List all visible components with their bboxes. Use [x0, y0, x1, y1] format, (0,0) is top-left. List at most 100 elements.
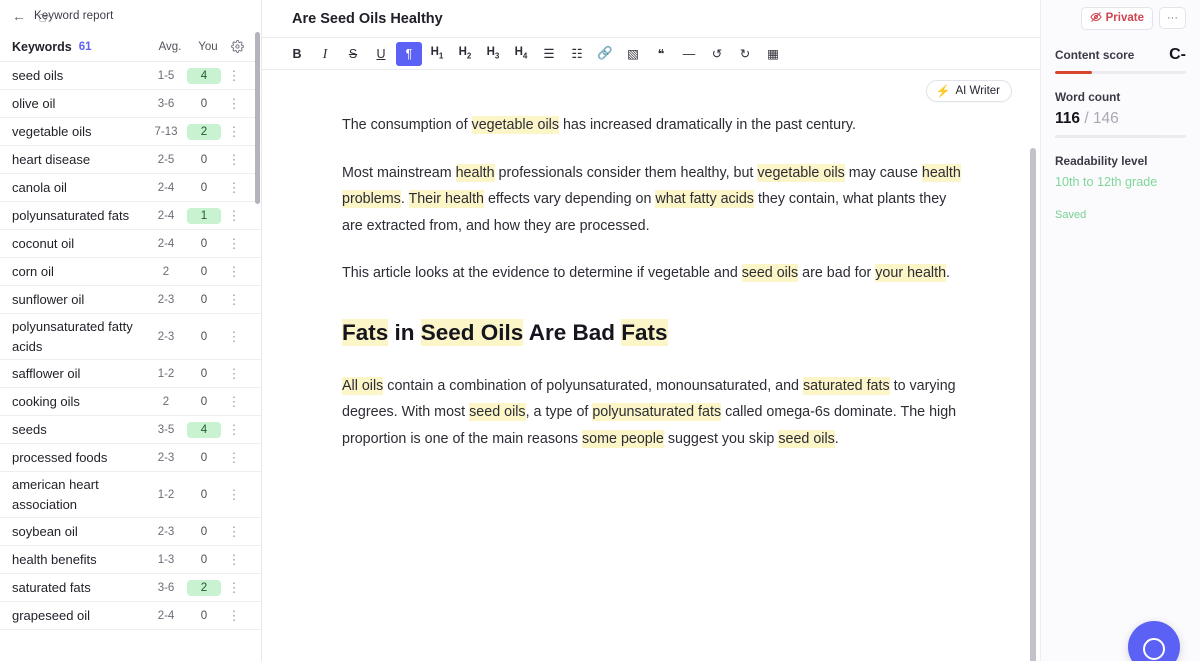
row-menu-icon[interactable]: ⋮ — [221, 293, 247, 306]
table-button[interactable]: ▦ — [760, 42, 786, 66]
arrow-left-icon: ← — [12, 8, 26, 24]
row-menu-icon[interactable]: ⋮ — [221, 237, 247, 250]
keyword-name: processed foods — [12, 449, 108, 465]
word-count-block: Word count 116 / 146 — [1055, 74, 1186, 138]
chat-bubble-icon[interactable] — [1128, 621, 1180, 661]
keyword-name: soybean oil — [12, 523, 78, 539]
table-row[interactable]: olive oil 3-6 0 ⋮ — [0, 90, 261, 118]
paragraph-button[interactable]: ¶ — [396, 41, 422, 66]
heading-3-button[interactable]: H3 — [480, 42, 506, 66]
heading-2-button[interactable]: H2 — [452, 42, 478, 66]
back-label: Keyword report — [34, 10, 114, 22]
keyword-highlight: vegetable oils — [757, 163, 845, 182]
bold-button[interactable]: B — [284, 42, 310, 66]
table-row[interactable]: seed oils 1-5 4 ⋮ — [0, 62, 261, 90]
row-menu-icon[interactable]: ⋮ — [221, 97, 247, 110]
table-row[interactable]: sunflower oil 2-3 0 ⋮ — [0, 286, 261, 314]
table-row[interactable]: heart disease 2-5 0 ⋮ — [0, 146, 261, 174]
table-row[interactable]: processed foods 2-3 0 ⋮ — [0, 444, 261, 472]
more-options-button[interactable]: ··· — [1159, 7, 1186, 29]
table-row[interactable]: polyunsaturated fats 2-4 1 ⋮ — [0, 202, 261, 230]
underline-button[interactable]: U — [368, 42, 394, 66]
keyword-list[interactable]: seed oils 1-5 4 ⋮ olive oil 3-6 0 ⋮ vegetable oi… — [0, 62, 261, 661]
keyword-name: canola oil — [12, 179, 67, 195]
keyword-you-count: 1 — [187, 207, 221, 224]
row-menu-icon[interactable]: ⋮ — [221, 209, 247, 222]
table-row[interactable]: soybean oil 2-3 0 ⋮ — [0, 518, 261, 546]
table-row[interactable]: american heart association 1-2 0 ⋮ — [0, 472, 261, 518]
image-button[interactable]: ▧ — [620, 42, 646, 66]
document-title[interactable]: Are Seed Oils Healthy — [292, 11, 443, 27]
keyword-name: seeds — [12, 421, 47, 437]
row-menu-icon[interactable]: ⋮ — [221, 488, 247, 501]
table-row[interactable]: saturated fats 3-6 2 ⋮ — [0, 574, 261, 602]
row-menu-icon[interactable]: ⋮ — [221, 265, 247, 278]
keyword-you-count: 0 — [200, 488, 208, 501]
blockquote-button[interactable]: ❝ — [648, 42, 674, 66]
row-menu-icon[interactable]: ⋮ — [221, 525, 247, 538]
keyword-highlight: Fats — [342, 318, 389, 346]
row-menu-icon[interactable]: ⋮ — [221, 395, 247, 408]
keyword-name: polyunsaturated fats — [12, 207, 130, 223]
row-menu-icon[interactable]: ⋮ — [221, 153, 247, 166]
undo-button[interactable]: ↺ — [704, 42, 730, 66]
keyword-avg: 2 — [162, 265, 170, 278]
table-row[interactable]: corn oil 2 0 ⋮ — [0, 258, 261, 286]
row-menu-icon[interactable]: ⋮ — [221, 125, 247, 138]
text-run: This article looks at the evidence to de… — [342, 265, 742, 281]
keyword-avg: 2-4 — [157, 237, 175, 250]
bulleted-list-button[interactable]: ☰ — [536, 42, 562, 66]
table-row[interactable]: health benefits 1-3 0 ⋮ — [0, 546, 261, 574]
readability-label: Readability level — [1055, 154, 1148, 168]
row-menu-icon[interactable]: ⋮ — [221, 553, 247, 566]
back-to-keyword-report[interactable]: ← Keyword report — [0, 0, 261, 32]
table-row[interactable]: cooking oils 2 0 ⋮ — [0, 388, 261, 416]
table-row[interactable]: safflower oil 1-2 0 ⋮ — [0, 360, 261, 388]
readability-value: 10th to 12th grade — [1055, 175, 1158, 189]
document-content[interactable]: The consumption of vegetable oils has in… — [262, 102, 1040, 452]
keyword-highlight: what fatty acids — [655, 190, 754, 208]
keyword-you-count: 0 — [200, 265, 208, 278]
heading-4-button[interactable]: H4 — [508, 42, 534, 66]
keyword-highlight: seed oils — [469, 403, 526, 422]
row-menu-icon[interactable]: ⋮ — [221, 581, 247, 594]
table-row[interactable]: coconut oil 2-4 0 ⋮ — [0, 230, 261, 258]
numbered-list-button[interactable]: ☷ — [564, 42, 590, 66]
link-button[interactable]: 🔗 — [592, 42, 618, 66]
text-run: has increased dramatically in the past c… — [558, 117, 856, 133]
row-menu-icon[interactable]: ⋮ — [221, 367, 247, 380]
row-menu-icon[interactable]: ⋮ — [221, 451, 247, 464]
editor-scrollbar[interactable] — [1030, 148, 1036, 661]
keyword-avg: 2-4 — [157, 181, 175, 194]
strikethrough-button[interactable]: S — [340, 42, 366, 66]
keyword-avg: 2-5 — [157, 153, 175, 166]
table-row[interactable]: vegetable oils 7-13 2 ⋮ — [0, 118, 261, 146]
row-menu-icon[interactable]: ⋮ — [221, 423, 247, 436]
row-menu-icon[interactable]: ⋮ — [221, 69, 247, 82]
table-row[interactable]: canola oil 2-4 0 ⋮ — [0, 174, 261, 202]
table-row[interactable]: polyunsaturated fatty acids 2-3 0 ⋮ — [0, 314, 261, 360]
divider-button[interactable]: — — [676, 42, 702, 66]
row-menu-icon[interactable]: ⋮ — [221, 609, 247, 622]
text-run: . — [946, 265, 951, 281]
table-row[interactable]: seeds 3-5 4 ⋮ — [0, 416, 261, 444]
document-paragraph: The consumption of vegetable oils has in… — [342, 112, 962, 139]
keyword-you-count: 0 — [200, 181, 208, 194]
text-run: effects vary depending on — [484, 191, 656, 207]
privacy-toggle-button[interactable]: Private — [1080, 6, 1153, 30]
document-paragraph: Most mainstream health professionals con… — [342, 160, 962, 240]
table-row[interactable]: grapeseed oil 2-4 0 ⋮ — [0, 602, 261, 630]
sidebar-scrollbar[interactable] — [255, 32, 260, 204]
gear-icon[interactable] — [225, 40, 249, 53]
italic-button[interactable]: I — [312, 42, 338, 66]
keyword-avg: 1-2 — [157, 488, 175, 501]
row-menu-icon[interactable]: ⋮ — [221, 330, 247, 343]
content-score-label: Content score — [1055, 48, 1135, 62]
keyword-you-count: 0 — [200, 525, 208, 538]
text-run: , a type of — [525, 404, 593, 421]
redo-button[interactable]: ↻ — [732, 42, 758, 66]
row-menu-icon[interactable]: ⋮ — [221, 181, 247, 194]
heading-1-button[interactable]: H1 — [424, 42, 450, 66]
ai-writer-button[interactable]: ⚡ AI Writer — [925, 80, 1012, 102]
saved-status: Saved — [1055, 209, 1087, 221]
